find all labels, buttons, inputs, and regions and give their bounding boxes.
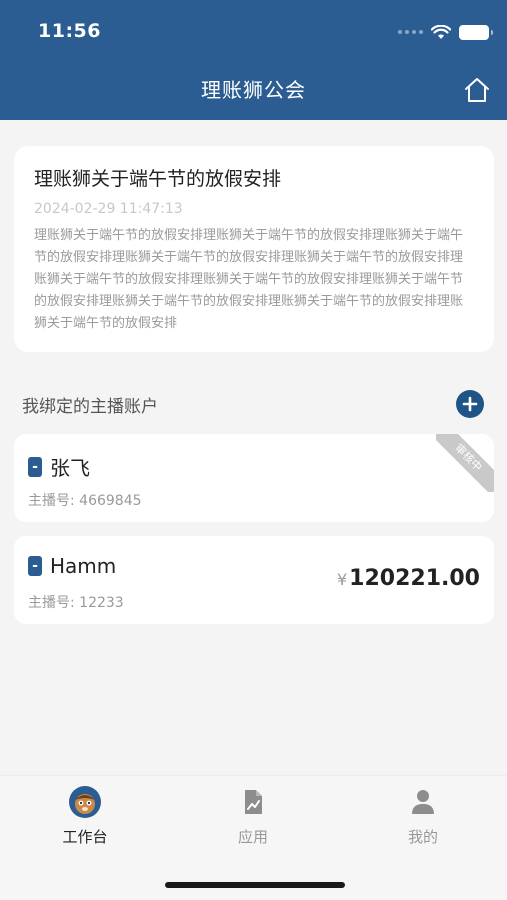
notice-body: 理账狮关于端午节的放假安排理账狮关于端午节的放假安排理账狮关于端午节的放假安排理…	[34, 228, 464, 331]
account-id: 主播号: 12233	[28, 595, 124, 611]
wifi-icon	[431, 24, 451, 39]
currency-symbol: ¥	[336, 570, 348, 589]
notice-title: 理账狮关于端午节的放假安排	[34, 168, 282, 190]
home-indicator	[165, 882, 345, 888]
app-header: 11:56 理账狮公会	[0, 0, 507, 120]
tab-label: 工作台	[62, 828, 108, 846]
account-name: 张飞	[50, 456, 90, 480]
ribbon-label: 审核中	[436, 434, 494, 492]
tab-mine[interactable]: 我的	[363, 786, 483, 847]
chart-file-icon	[245, 790, 262, 814]
amount-value: 120221.00	[349, 566, 480, 591]
home-icon[interactable]	[463, 76, 491, 104]
notice-card[interactable]: 理账狮关于端午节的放假安排 2024-02-29 11:47:13 理账狮关于端…	[14, 146, 494, 352]
status-time: 11:56	[38, 20, 101, 42]
tab-workbench[interactable]: 工作台	[25, 786, 145, 847]
tab-label: 我的	[407, 828, 438, 846]
section-title: 我绑定的主播账户	[22, 397, 158, 417]
user-icon	[412, 790, 434, 814]
status-ribbon: 审核中	[436, 434, 494, 492]
account-id: 主播号: 4669845	[28, 493, 142, 509]
plus-icon	[462, 396, 478, 412]
minus-icon[interactable]: -	[28, 456, 42, 477]
tab-apps[interactable]: 应用	[193, 786, 313, 847]
signal-icon	[398, 30, 423, 34]
account-name: Hamm	[50, 554, 117, 578]
page-title: 理账狮公会	[201, 78, 306, 102]
add-account-button[interactable]	[456, 390, 484, 418]
account-card[interactable]: - 张飞 主播号: 4669845 审核中	[14, 434, 494, 522]
tab-label: 应用	[237, 828, 268, 846]
status-icons	[398, 22, 493, 42]
account-amount: ¥ 120221.00	[337, 566, 480, 591]
account-card[interactable]: - Hamm 主播号: 12233 ¥ 120221.00	[14, 536, 494, 624]
notice-time: 2024-02-29 11:47:13	[34, 201, 183, 217]
battery-icon	[459, 24, 493, 40]
mascot-avatar-icon	[69, 786, 101, 818]
minus-icon[interactable]: -	[28, 556, 42, 576]
